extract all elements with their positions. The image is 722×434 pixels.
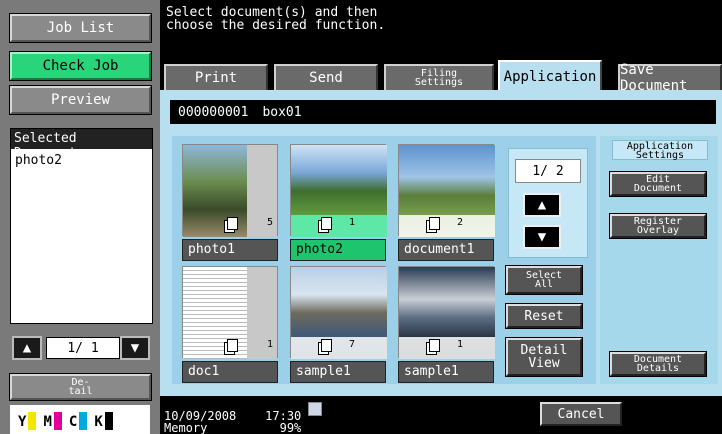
- document-grid: 5 photo1 1 photo2 2 document1 1 doc1 7 s…: [172, 136, 596, 384]
- application-settings-panel: Application Settings Edit Document Regis…: [600, 136, 718, 384]
- toner-magenta: M: [43, 412, 62, 430]
- pages-icon: [227, 339, 238, 352]
- document-label: sample1: [398, 361, 494, 383]
- tab-save-document[interactable]: Save Document: [618, 62, 722, 94]
- tab-application[interactable]: Application: [498, 60, 602, 92]
- pages-icon: [429, 217, 440, 230]
- edit-document-button[interactable]: Edit Document: [609, 171, 707, 197]
- instruction-message: Select document(s) and then choose the d…: [166, 5, 386, 33]
- detail-button[interactable]: De- tail: [9, 373, 152, 401]
- register-overlay-button[interactable]: Register Overlay: [609, 213, 707, 239]
- box-number: 000000001: [178, 104, 249, 120]
- reset-button[interactable]: Reset: [505, 303, 583, 329]
- date-time-memory: 10/09/2008 17:30 Memory 99%: [164, 409, 302, 434]
- page-down-button[interactable]: ▼: [523, 225, 561, 249]
- toner-yellow: Y: [18, 412, 37, 430]
- up-arrow-icon: ▲: [537, 197, 547, 213]
- cancel-button[interactable]: Cancel: [539, 401, 623, 427]
- document-thumbnail[interactable]: 5 photo1: [182, 144, 278, 264]
- document-thumbnail[interactable]: 2 document1: [398, 144, 495, 264]
- box-info-bar: 000000001 box01: [170, 100, 716, 124]
- box-name: box01: [262, 104, 302, 120]
- toner-levels: Y M C K: [10, 405, 150, 434]
- document-label: document1: [398, 239, 494, 261]
- up-arrow-button[interactable]: ▲: [12, 336, 42, 360]
- preview-button[interactable]: Preview: [9, 85, 152, 115]
- selected-documents-list: Selected Documents photo2: [10, 128, 153, 324]
- application-settings-title: Application Settings: [612, 140, 708, 161]
- document-label: photo2: [290, 239, 386, 261]
- page-navigator: 1/ 2 ▲ ▼: [508, 148, 588, 258]
- document-label: doc1: [182, 361, 278, 383]
- down-arrow-icon: ▼: [130, 340, 140, 356]
- detail-view-button[interactable]: Detail View: [505, 337, 583, 377]
- tab-filing-settings[interactable]: Filing Settings: [384, 64, 494, 90]
- check-job-button[interactable]: Check Job: [9, 51, 152, 81]
- pages-icon: [321, 217, 332, 230]
- job-list-button[interactable]: Job List: [9, 13, 152, 43]
- tab-send[interactable]: Send: [274, 64, 378, 90]
- page-up-button[interactable]: ▲: [523, 193, 561, 217]
- document-thumbnail[interactable]: 7 sample1: [290, 266, 387, 386]
- tab-print[interactable]: Print: [164, 64, 268, 90]
- function-tabs: Print Send Filing Settings Application S…: [160, 60, 722, 94]
- down-arrow-button[interactable]: ▼: [120, 336, 150, 360]
- selected-page-indicator: 1/ 1: [46, 337, 120, 359]
- toner-black: K: [94, 412, 113, 430]
- document-thumbnail[interactable]: 1 doc1: [182, 266, 278, 386]
- select-all-button[interactable]: Select All: [505, 265, 583, 295]
- page-indicator: 1/ 2: [515, 159, 581, 183]
- toner-cyan: C: [69, 412, 88, 430]
- document-label: photo1: [182, 239, 278, 261]
- document-thumbnail[interactable]: 1 sample1: [398, 266, 495, 386]
- pages-icon: [321, 339, 332, 352]
- document-thumbnail-selected[interactable]: 1 photo2: [290, 144, 387, 264]
- document-label: sample1: [290, 361, 386, 383]
- selected-documents-header: Selected Documents: [11, 129, 152, 161]
- network-icon: [308, 402, 322, 416]
- pages-icon: [227, 217, 238, 230]
- down-arrow-icon: ▼: [537, 229, 547, 245]
- application-content: 000000001 box01 5 photo1 1 photo2 2 docu…: [160, 90, 722, 396]
- pages-icon: [429, 339, 440, 352]
- document-details-button[interactable]: Document Details: [609, 351, 707, 377]
- up-arrow-icon: ▲: [22, 340, 32, 356]
